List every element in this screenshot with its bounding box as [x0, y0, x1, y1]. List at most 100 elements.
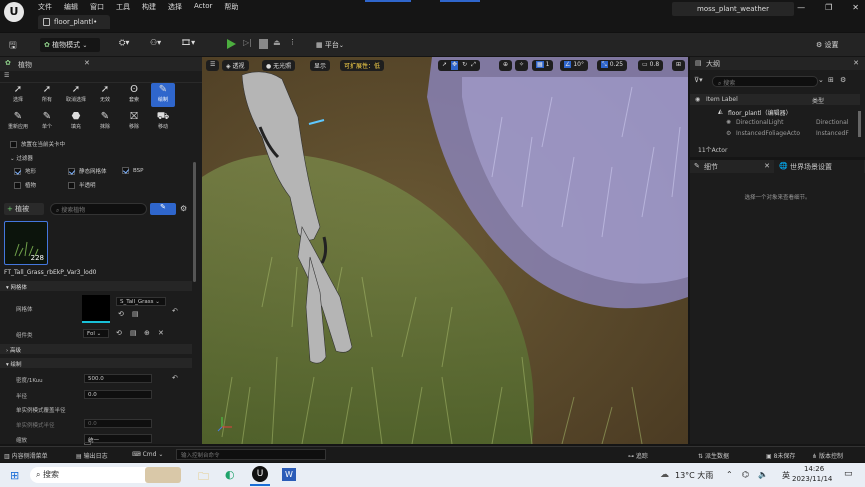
col-type[interactable]: 类型 — [812, 96, 824, 105]
add-foliage-button[interactable]: + 植被 — [4, 203, 44, 215]
mode-remove[interactable]: ⛝ 移除 — [122, 110, 146, 134]
viewport-menu-icon[interactable]: ☰ — [206, 60, 220, 71]
col-item-label[interactable]: Item Label — [706, 96, 738, 103]
derived-data-button[interactable]: ⇅ 派生数据 — [698, 451, 729, 460]
taskbar-search[interactable]: ⌕ 搜索 — [30, 467, 158, 483]
minimize-icon[interactable]: — — [797, 3, 805, 12]
perspective-dropdown[interactable]: ◈ 透视 — [222, 60, 249, 71]
filter-foliage[interactable]: 植物 — [14, 181, 36, 189]
chevron-down-icon[interactable]: ⌄ — [818, 76, 824, 84]
panel-scrollbar[interactable] — [193, 162, 196, 282]
mode-move[interactable]: ⛟ 移动 — [151, 110, 175, 134]
browse-class-icon[interactable]: ▤ — [130, 329, 137, 337]
mode-select[interactable]: ➚ 选择 — [6, 83, 30, 107]
blueprint-icon[interactable]: ⚇▾ — [150, 38, 161, 52]
reset-icon[interactable]: ↶ — [172, 307, 178, 315]
world-local-icon[interactable]: ⊕ — [499, 60, 513, 71]
menu-help[interactable]: 帮助 — [224, 2, 238, 12]
mesh-thumbnail[interactable] — [82, 295, 110, 323]
notification-icon[interactable]: ▭ — [844, 469, 853, 479]
mode-invalid[interactable]: ➚ 无效 — [93, 83, 117, 107]
mesh-picker[interactable]: S_Tall_Grass ⌄ — [116, 297, 166, 306]
view-mode-dropdown[interactable]: ● 无光照 — [262, 60, 296, 71]
place-in-level-checkbox[interactable] — [10, 141, 17, 148]
maximize-viewport-icon[interactable]: ⊞ — [672, 60, 686, 71]
add-class-icon[interactable]: ⊕ — [144, 329, 150, 337]
more-options-icon[interactable]: ⋮ — [289, 38, 296, 52]
weather-text[interactable]: 13°C 大雨 — [675, 470, 713, 481]
output-log-button[interactable]: ▤ 输出日志 — [76, 451, 108, 460]
outliner-search-input[interactable]: ⌕ 搜索 — [712, 76, 818, 87]
place-in-level-option[interactable]: 放置在当前关卡中 — [10, 140, 65, 148]
foliage-search-input[interactable]: ⌕ 搜索植物 — [50, 203, 147, 215]
ime-indicator[interactable]: 英 — [782, 470, 790, 481]
close-tab-icon[interactable]: ✕ — [84, 59, 90, 67]
menu-edit[interactable]: 编辑 — [64, 2, 78, 12]
rotation-snap[interactable]: ∠ 10° — [560, 60, 588, 71]
use-icon[interactable]: ⟲ — [116, 329, 122, 337]
mode-single[interactable]: ✎ 单个 — [35, 110, 59, 134]
settings-button[interactable]: ⚙ 设置 — [816, 38, 839, 52]
radius-input[interactable]: 0.0 — [84, 390, 152, 399]
word-icon[interactable]: W — [282, 468, 296, 481]
tab-details[interactable]: ✎ 细节 ✕ — [690, 160, 774, 173]
camera-speed[interactable]: ▭ 0.8 — [638, 60, 664, 71]
cinematics-icon[interactable]: 🎞▾ — [181, 38, 195, 52]
level-tab[interactable]: floor_plantl• — [38, 15, 110, 29]
source-control-button[interactable]: ⋔ 版本控制 — [812, 451, 843, 460]
menu-window[interactable]: 窗口 — [90, 2, 104, 12]
outliner-row[interactable]: ◭ floor_plantl（编辑器） — [690, 107, 860, 117]
bsp-checkbox[interactable] — [122, 167, 129, 174]
taskbar-time[interactable]: 14:26 — [804, 465, 824, 473]
edge-browser-icon[interactable]: ◐ — [225, 468, 235, 481]
filter-landscape[interactable]: 地形 — [14, 167, 36, 175]
save-icon[interactable]: 🖫 — [9, 38, 17, 52]
show-dropdown[interactable]: 显示 — [310, 60, 331, 71]
cmd-dropdown[interactable]: ⌨ Cmd ⌄ — [132, 451, 163, 458]
unsaved-button[interactable]: ▣ 8未保存 — [766, 451, 795, 460]
mode-fill[interactable]: ⬣ 填充 — [64, 110, 88, 134]
stop-icon[interactable] — [259, 39, 268, 49]
static-mesh-checkbox[interactable] — [68, 168, 75, 175]
outliner-row[interactable]: ⚙ InstancedFoliageActo InstancedF — [690, 129, 860, 139]
filter-translucent[interactable]: 半透明 — [68, 181, 96, 189]
menu-build[interactable]: 构建 — [142, 2, 156, 12]
taskbar-date[interactable]: 2023/11/14 — [792, 475, 832, 483]
component-dropdown[interactable]: Fol ⌄ — [83, 329, 109, 338]
step-icon[interactable]: ▷| — [243, 38, 252, 52]
single-instance-radius-input[interactable]: 0.0 — [84, 419, 152, 428]
browse-icon[interactable]: ⟲ — [118, 310, 124, 318]
file-explorer-icon[interactable]: 🗀 — [198, 468, 209, 487]
menu-select[interactable]: 选择 — [168, 2, 182, 12]
menu-tools[interactable]: 工具 — [116, 2, 130, 12]
filter-static-mesh[interactable]: 静态网格体 — [68, 167, 107, 175]
mesh-section-header[interactable]: ▾ 网格体 — [0, 281, 192, 291]
landscape-checkbox[interactable] — [14, 168, 21, 175]
rotate-tool-icon[interactable]: ↻ — [462, 61, 467, 70]
close-icon[interactable]: ✕ — [852, 3, 859, 12]
unreal-logo-icon[interactable]: U — [4, 2, 24, 22]
translucent-checkbox[interactable] — [68, 182, 75, 189]
clear-icon[interactable]: ✕ — [158, 329, 164, 337]
platform-dropdown[interactable]: ▦ 平台 ⌄ — [316, 38, 344, 52]
scalability-warning[interactable]: 可扩展性：低 — [340, 60, 385, 71]
maximize-icon[interactable]: ❐ — [825, 3, 832, 12]
tray-chevron-icon[interactable]: ⌃ — [726, 470, 733, 479]
density-input[interactable]: 500.0 — [84, 374, 152, 383]
add-actor-icon[interactable]: ⊞ — [828, 76, 834, 84]
outliner-row[interactable]: ✺ DirectionalLight Directional — [690, 118, 860, 128]
mode-paint[interactable]: ✎ 绘制 — [151, 83, 175, 107]
mode-deselect[interactable]: ➚ 取消选择 — [64, 83, 88, 107]
foliage-checkbox[interactable] — [14, 182, 21, 189]
foliage-thumbnail[interactable]: 228 — [4, 221, 48, 265]
unreal-taskbar-icon[interactable]: U — [252, 466, 268, 482]
gear-icon[interactable]: ⚙ — [180, 204, 187, 213]
scale-snap[interactable]: ⤡ 0.25 — [597, 60, 628, 71]
grid-snap[interactable]: ▦ 1 — [532, 60, 554, 71]
advanced-section-header[interactable]: › 高级 — [0, 344, 192, 354]
filter-bsp[interactable]: BSP — [122, 167, 143, 174]
filter-icon[interactable]: ⊽▾ — [694, 76, 703, 84]
mode-all[interactable]: ➚ 所有 — [35, 83, 59, 107]
play-icon[interactable] — [227, 39, 236, 49]
level-viewport[interactable]: ☰ ◈ 透视 ● 无光照 显示 可扩展性：低 ➚ ✥ ↻ ⤢ ⊕ ✧ ▦ 1 ∠… — [202, 57, 688, 444]
